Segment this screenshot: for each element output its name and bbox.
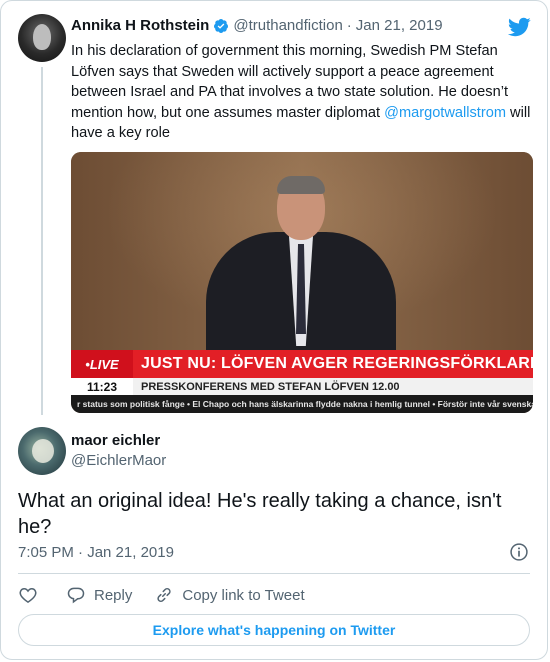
news-subheadline: PRESSKONFERENS MED STEFAN LÖFVEN 12.00 xyxy=(133,378,533,395)
author-handle[interactable]: @EichlerMaor xyxy=(71,452,166,469)
divider xyxy=(18,573,530,574)
reply-bubble-icon xyxy=(67,587,85,604)
thread-connector-line xyxy=(41,67,43,415)
quoted-author-avatar[interactable] xyxy=(18,14,66,62)
quoted-author-handle[interactable]: @truthandfiction xyxy=(233,17,342,34)
info-icon[interactable] xyxy=(509,542,529,562)
live-label: •LIVE xyxy=(71,350,133,378)
tweet-media-video[interactable]: •LIVE JUST NU: LÖFVEN AVGER REGERINGSFÖR… xyxy=(71,152,533,413)
reply-button[interactable]: Reply xyxy=(66,585,132,605)
author-avatar[interactable] xyxy=(18,427,66,475)
quoted-tweet-text: In his declaration of government this mo… xyxy=(71,41,531,144)
quoted-author-name[interactable]: Annika H Rothstein xyxy=(71,17,209,34)
tweet-text: What an original idea! He's really takin… xyxy=(18,490,502,538)
mention-link[interactable]: @margotwallstrom xyxy=(384,105,506,121)
quoted-tweet-date[interactable]: Jan 21, 2019 xyxy=(356,17,443,34)
news-ticker: r status som politisk fånge • El Chapo o… xyxy=(71,395,533,413)
quoted-tweet-header: Annika H Rothstein @truthandfiction · Ja… xyxy=(71,17,443,34)
news-time: 11:23 xyxy=(71,378,133,395)
author-name[interactable]: maor eichler xyxy=(71,432,160,449)
twitter-bird-icon[interactable] xyxy=(507,15,531,39)
tweet-actions: Reply Copy link to Tweet xyxy=(18,583,305,607)
news-headline: JUST NU: LÖFVEN AVGER REGERINGSFÖRKLARIN… xyxy=(133,350,533,378)
link-icon xyxy=(157,587,171,603)
reply-label: Reply xyxy=(94,586,133,604)
tweet-timestamp[interactable]: 7:05 PM · Jan 21, 2019 xyxy=(18,544,174,561)
explore-twitter-button[interactable]: Explore what's happening on Twitter xyxy=(18,614,530,646)
header-separator: · xyxy=(346,17,352,34)
news-lower-third: •LIVE JUST NU: LÖFVEN AVGER REGERINGSFÖR… xyxy=(71,350,533,413)
copy-link-button[interactable]: Copy link to Tweet xyxy=(154,585,305,605)
quoted-tweet[interactable]: Annika H Rothstein @truthandfiction · Ja… xyxy=(1,1,547,421)
verified-badge-icon xyxy=(214,18,229,33)
tweet-embed-card: Annika H Rothstein @truthandfiction · Ja… xyxy=(0,0,548,660)
heart-icon xyxy=(19,587,37,603)
copy-link-label: Copy link to Tweet xyxy=(182,586,305,604)
like-button[interactable] xyxy=(18,585,38,605)
